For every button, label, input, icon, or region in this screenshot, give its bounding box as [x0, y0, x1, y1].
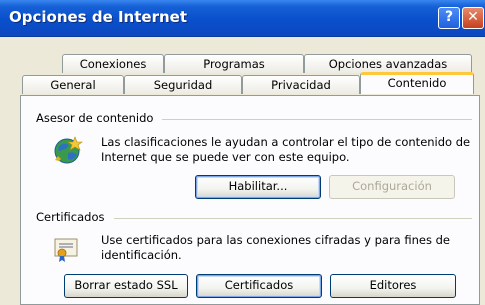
title-bar[interactable]: Opciones de Internet ? ✕: [0, 0, 485, 37]
content-advisor-description-line2: Internet que se puede ver con este equip…: [101, 150, 350, 164]
tab-privacidad[interactable]: Privacidad: [242, 75, 360, 94]
tab-opciones-avanzadas[interactable]: Opciones avanzadas: [304, 54, 472, 73]
content-advisor-divider: [162, 119, 472, 120]
certificates-label: Certificados: [36, 210, 105, 224]
tab-conexiones[interactable]: Conexiones: [62, 54, 164, 73]
clear-ssl-state-button[interactable]: Borrar estado SSL: [64, 274, 188, 298]
content-advisor-globe-icon: [50, 134, 84, 171]
certificates-button[interactable]: Certificados: [196, 274, 322, 298]
tab-general[interactable]: General: [22, 75, 124, 94]
close-button[interactable]: ✕: [462, 7, 484, 29]
certificates-divider: [114, 218, 472, 219]
certificates-description-line1: Use certificados para las conexiones cif…: [101, 233, 451, 247]
publishers-button[interactable]: Editores: [330, 274, 456, 298]
help-button[interactable]: ?: [438, 7, 460, 29]
tab-contenido[interactable]: Contenido: [360, 72, 474, 94]
enable-button[interactable]: Habilitar...: [195, 175, 321, 199]
settings-button[interactable]: Configuración: [329, 175, 455, 199]
certificates-description-line2: identificación.: [101, 248, 182, 262]
certificate-icon: [52, 234, 82, 267]
content-advisor-label: Asesor de contenido: [36, 111, 154, 125]
tab-programas[interactable]: Programas: [164, 54, 304, 73]
tab-seguridad[interactable]: Seguridad: [124, 75, 242, 94]
content-advisor-description-line1: Las clasificaciones le ayudan a controla…: [101, 135, 471, 149]
window-title: Opciones de Internet: [9, 8, 187, 26]
